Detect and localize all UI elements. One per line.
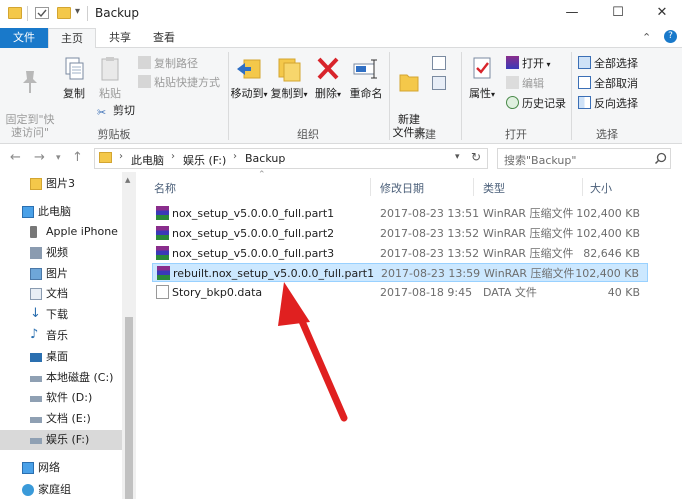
annotation-arrow	[278, 282, 348, 422]
